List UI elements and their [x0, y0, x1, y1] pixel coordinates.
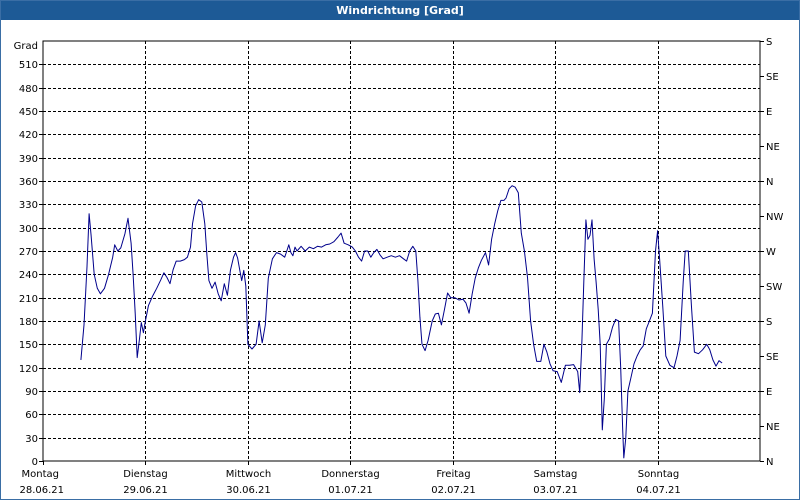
right-tick-label: SW: [766, 282, 782, 293]
right-tick-label: NW: [766, 212, 783, 223]
x-tick-date-label: 02.07.21: [431, 485, 476, 496]
chart-window: Windrichtung [Grad] 0 30 60 90 120 150 180 210 2…: [0, 0, 800, 500]
y-tick-label: 90: [25, 387, 38, 398]
x-tick-date-label: 04.07.21: [636, 485, 681, 496]
y-tick-label: 360: [19, 177, 38, 188]
y-tick-label: 270: [19, 247, 38, 258]
right-tick-label: N: [766, 457, 773, 468]
y-tick-label: 120: [19, 364, 38, 375]
x-tick-day-label: Montag: [22, 469, 59, 480]
x-tick-day-label: Dienstag: [123, 469, 168, 480]
right-tick-label: NE: [766, 142, 780, 153]
right-tick-label: N: [766, 177, 773, 188]
x-tick-day-label: Mittwoch: [226, 469, 271, 480]
x-tick-day-label: Sonntag: [638, 469, 680, 480]
x-tick-day-label: Donnerstag: [321, 469, 379, 480]
y-tick-label: 450: [19, 107, 38, 118]
x-tick-day-label: Samstag: [534, 469, 578, 480]
x-tick-date-label: 01.07.21: [328, 485, 373, 496]
right-tick-label: NE: [766, 422, 780, 433]
y-tick-label: 240: [19, 270, 38, 281]
y-axis-label: Grad: [14, 41, 38, 52]
y-tick-label: 300: [19, 224, 38, 235]
x-tick-date-label: 29.06.21: [123, 485, 168, 496]
y-tick-label: 60: [25, 410, 38, 421]
y-tick-label: 510: [19, 60, 38, 71]
y-tick-label: 390: [19, 154, 38, 165]
y-tick-label: 180: [19, 317, 38, 328]
right-tick-label: SE: [766, 352, 779, 363]
y-tick-label: 480: [19, 84, 38, 95]
right-tick-label: W: [766, 247, 776, 258]
x-tick-date-label: 28.06.21: [20, 485, 65, 496]
right-tick-label: S: [766, 37, 772, 48]
y-tick-label: 30: [25, 434, 38, 445]
right-tick-label: SE: [766, 72, 779, 83]
x-tick-date-label: 03.07.21: [533, 485, 578, 496]
y-tick-label: 150: [19, 340, 38, 351]
y-tick-label: 210: [19, 294, 38, 305]
y-tick-label: 0: [32, 457, 38, 468]
x-tick-day-label: Freitag: [436, 469, 470, 480]
right-tick-label: S: [766, 317, 772, 328]
right-tick-label: E: [766, 107, 772, 118]
x-tick-date-label: 30.06.21: [226, 485, 271, 496]
right-tick-label: E: [766, 387, 772, 398]
y-tick-label: 330: [19, 200, 38, 211]
wind-direction-chart: 0 30 60 90 120 150 180 210 240 270 300 330 360 390 420…: [14, 37, 784, 496]
y-tick-label: 420: [19, 130, 38, 141]
